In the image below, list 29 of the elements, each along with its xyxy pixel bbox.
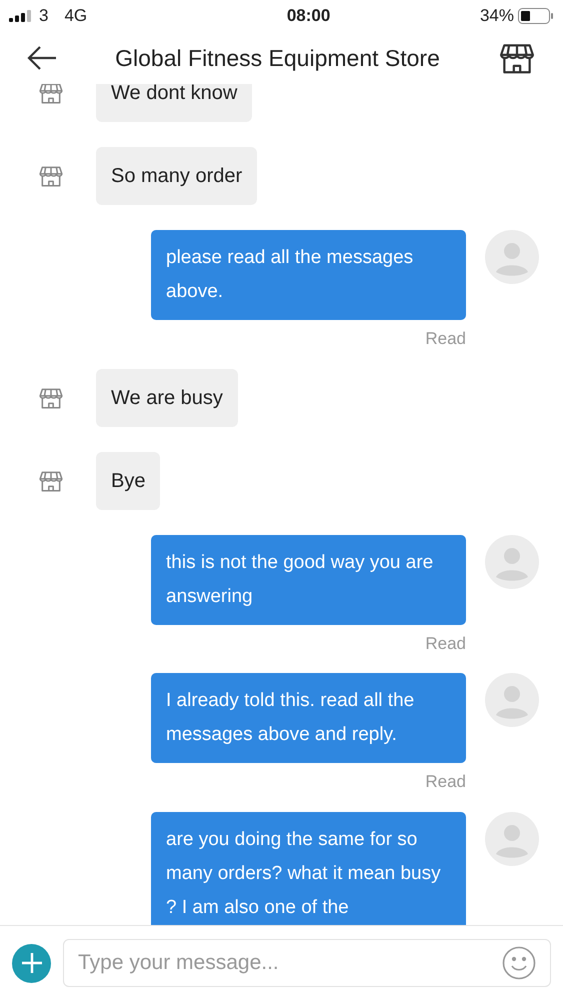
signal-icon [9,10,33,22]
read-receipt: Read [425,328,466,350]
read-receipt: Read [425,771,466,793]
network-type: 4G [64,5,88,28]
emoji-icon[interactable] [502,946,536,980]
chat-title: Global Fitness Equipment Store [115,44,440,73]
received-message: We dont know [96,84,252,122]
read-receipt: Read [425,632,466,654]
sent-message: this is not the good way you are answering [151,534,466,624]
status-time: 08:00 [286,5,330,28]
store-icon [38,84,64,106]
sent-message: are you doing the same for so many orders? what it mean busy ? I am also one of the [151,812,466,925]
avatar-icon [485,230,539,284]
sent-message: please read all the messages above. [151,230,466,320]
add-button[interactable] [12,944,51,982]
battery-icon [518,8,554,24]
sent-message: I already told this. read all the messages above and reply. [151,673,466,763]
message-input[interactable]: Type your message... [78,947,502,979]
carrier-name: 3 [39,5,48,28]
avatar-icon [485,812,539,866]
received-message: Bye [96,452,160,510]
received-message: So many order [96,147,258,205]
back-arrow-icon [27,45,57,71]
received-message: We are busy [96,368,238,426]
avatar-icon [485,534,539,588]
battery-percent: 34% [480,5,514,28]
plus-icon [20,952,42,974]
avatar-icon [485,673,539,727]
message-field[interactable]: Type your message... [63,939,551,987]
